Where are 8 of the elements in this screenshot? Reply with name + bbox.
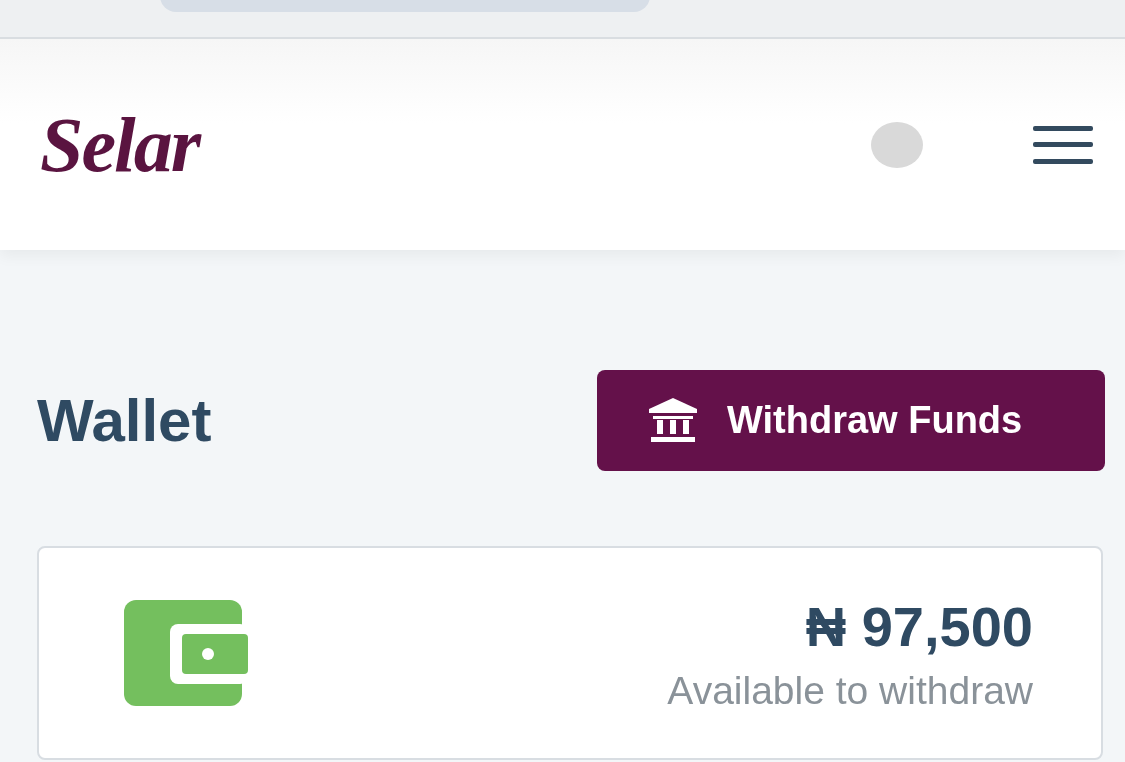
menu-icon[interactable] bbox=[1033, 125, 1093, 164]
wallet-icon bbox=[124, 600, 248, 706]
bank-icon bbox=[649, 397, 697, 444]
balance-amount: ₦ 97,500 bbox=[805, 593, 1033, 659]
balance-caption: Available to withdraw bbox=[667, 668, 1033, 713]
selar-logo[interactable]: Selar bbox=[40, 99, 200, 190]
withdraw-funds-button[interactable]: Withdraw Funds bbox=[597, 370, 1105, 471]
page-title: Wallet bbox=[37, 386, 212, 455]
